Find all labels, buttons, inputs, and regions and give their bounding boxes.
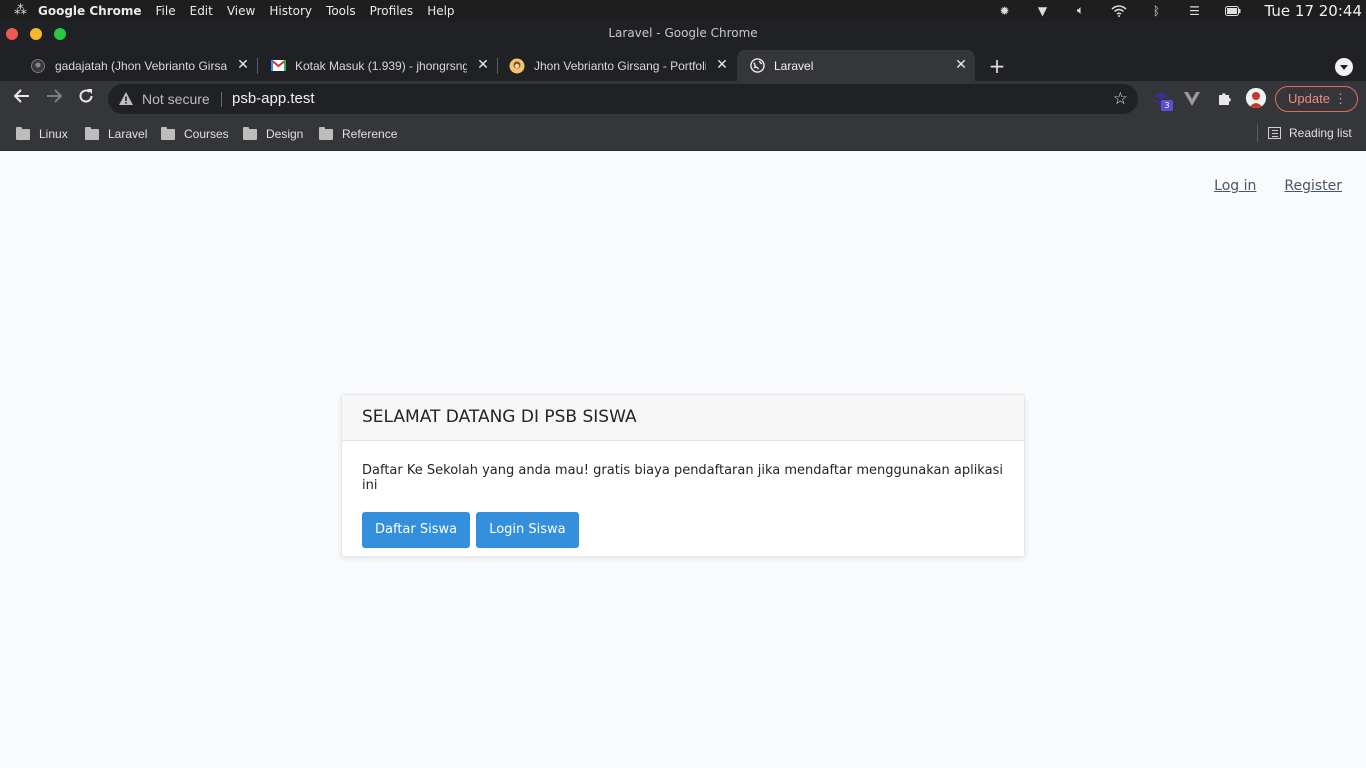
menu-view[interactable]: View	[227, 4, 255, 18]
battery-icon[interactable]	[1224, 4, 1241, 18]
bookmark-label: Design	[266, 127, 304, 141]
folder-icon	[319, 126, 333, 140]
welcome-card: SELAMAT DATANG DI PSB SISWA Daftar Ke Se…	[341, 394, 1025, 557]
bookmark-design[interactable]: Design	[243, 125, 303, 143]
bookmark-label: Courses	[184, 127, 229, 141]
extensions-puzzle-icon[interactable]	[1214, 89, 1234, 109]
bookmarks-divider	[1257, 124, 1258, 142]
bookmark-laravel[interactable]: Laravel	[85, 125, 147, 143]
bookmark-label: Reference	[342, 127, 398, 141]
warning-icon[interactable]	[118, 91, 134, 107]
window-title-bar: Laravel - Google Chrome	[0, 21, 1366, 46]
menu-edit[interactable]: Edit	[190, 4, 213, 18]
card-title: SELAMAT DATANG DI PSB SISWA	[342, 395, 1024, 441]
menu-history[interactable]: History	[269, 4, 312, 18]
omnibox-divider	[221, 92, 222, 107]
tab-gmail[interactable]: Kotak Masuk (1.939) - jhongrsng2 ✕	[240, 50, 498, 81]
tab-label: Jhon Vebrianto Girsang - Portfolio	[534, 58, 706, 73]
tab-github[interactable]: gadajatah (Jhon Vebrianto Girsang) ✕	[0, 50, 258, 81]
list-icon[interactable]: ☰	[1187, 4, 1203, 18]
close-tab-icon[interactable]: ✕	[953, 57, 969, 73]
bookmark-linux[interactable]: Linux	[16, 125, 68, 143]
new-tab-icon[interactable]: +	[986, 56, 1008, 78]
forward-arrow-icon[interactable]	[42, 87, 66, 111]
tab-search-icon[interactable]	[1335, 58, 1353, 76]
close-tab-icon[interactable]: ✕	[714, 57, 730, 73]
folder-icon	[85, 126, 99, 140]
bookmark-star-icon[interactable]: ☆	[1113, 89, 1128, 109]
bookmarks-bar: Linux Laravel Courses Design Reference	[0, 117, 1366, 151]
update-label: Update	[1288, 91, 1330, 106]
card-body: Daftar Ke Sekolah yang anda mau! gratis …	[342, 441, 1024, 570]
menu-tools[interactable]: Tools	[326, 4, 356, 18]
portfolio-avatar-icon	[509, 58, 525, 74]
folder-icon	[243, 126, 257, 140]
clock[interactable]: Tue 17 20:44	[1265, 2, 1362, 20]
system-menu-bar: ⁂ Google Chrome File Edit View History T…	[0, 0, 1366, 21]
chrome-menu-icon[interactable]: ⋮	[1334, 87, 1347, 111]
card-description: Daftar Ke Sekolah yang anda mau! gratis …	[362, 463, 1003, 493]
bluetooth-icon[interactable]: ᛒ	[1149, 4, 1165, 18]
tab-label: Laravel	[774, 58, 814, 73]
reload-icon[interactable]	[74, 87, 98, 111]
tab-laravel[interactable]: Laravel ✕	[737, 50, 975, 81]
bookmark-label: Laravel	[108, 127, 148, 141]
folder-icon	[16, 126, 30, 140]
folder-icon	[161, 126, 175, 140]
system-logo-icon[interactable]: ⁂	[14, 3, 30, 18]
extension-badge: 3	[1161, 100, 1173, 111]
menu-profiles[interactable]: Profiles	[370, 4, 414, 18]
volume-icon[interactable]: 🔈︎	[1073, 3, 1089, 18]
security-status[interactable]: Not secure	[142, 91, 210, 107]
login-siswa-button[interactable]: Login Siswa	[476, 512, 579, 548]
tab-label: Kotak Masuk (1.939) - jhongrsng2	[295, 58, 467, 73]
app-name-menu[interactable]: Google Chrome	[38, 4, 142, 18]
vue-devtools-icon[interactable]	[1182, 89, 1202, 109]
menu-file[interactable]: File	[156, 4, 176, 18]
address-bar[interactable]: Not secure psb-app.test ☆	[108, 84, 1138, 114]
daftar-siswa-button[interactable]: Daftar Siswa	[362, 512, 471, 548]
back-arrow-icon[interactable]	[10, 87, 34, 111]
tab-label: gadajatah (Jhon Vebrianto Girsang)	[55, 58, 227, 73]
reading-list-label: Reading list	[1289, 126, 1352, 140]
window-title: Laravel - Google Chrome	[608, 26, 758, 40]
weather-icon[interactable]: ✹	[997, 4, 1013, 18]
gmail-icon	[270, 58, 286, 74]
auth-nav: Log in Register	[1214, 178, 1342, 194]
reading-list-icon	[1268, 127, 1281, 139]
register-link[interactable]: Register	[1284, 178, 1342, 194]
bookmark-reference[interactable]: Reference	[319, 125, 397, 143]
tab-strip: gadajatah (Jhon Vebrianto Girsang) ✕ Kot…	[0, 46, 1366, 81]
menu-help[interactable]: Help	[427, 4, 454, 18]
page-viewport: Log in Register SELAMAT DATANG DI PSB SI…	[0, 151, 1366, 768]
url-text[interactable]: psb-app.test	[232, 90, 315, 107]
browser-toolbar: Not secure psb-app.test ☆	[0, 81, 1366, 117]
bookmark-courses[interactable]: Courses	[161, 125, 229, 143]
bookmark-label: Linux	[39, 127, 68, 141]
profile-avatar-icon[interactable]	[1246, 88, 1266, 108]
wifi-icon[interactable]	[1111, 4, 1127, 18]
globe-icon	[749, 58, 765, 74]
dropdown-icon[interactable]: ▼	[1035, 4, 1051, 18]
update-button[interactable]: Update ⋮	[1275, 86, 1358, 112]
tab-portfolio[interactable]: Jhon Vebrianto Girsang - Portfolio ✕	[479, 50, 736, 81]
login-link[interactable]: Log in	[1214, 178, 1256, 194]
reading-list-button[interactable]: Reading list	[1257, 124, 1352, 142]
github-icon	[30, 58, 46, 74]
